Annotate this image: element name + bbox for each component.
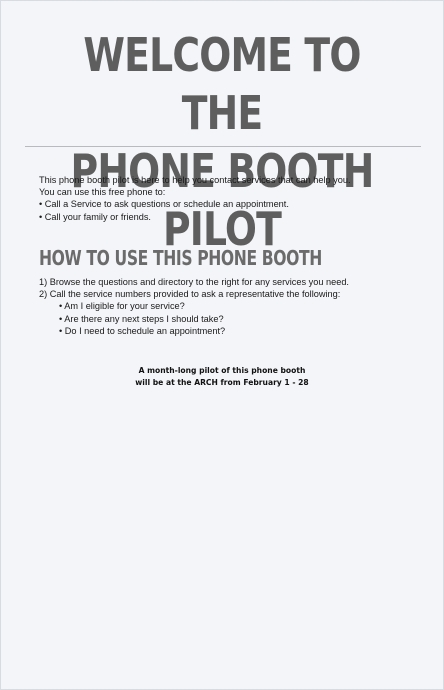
- how-to-heading: HOW TO USE THIS PHONE BOOTH: [39, 246, 322, 270]
- question-item: • Are there any next steps I should take…: [59, 313, 224, 324]
- pilot-note-line-1: A month-long pilot of this phone booth: [138, 366, 306, 375]
- pilot-note: A month-long pilot of this phone booth w…: [0, 365, 444, 389]
- page-title: WELCOME TO THE PHONE BOOTH PILOT: [40, 26, 404, 258]
- intro-bullet: • Call a Service to ask questions or sch…: [39, 199, 289, 210]
- how-to-steps: 1) Browse the questions and directory to…: [39, 276, 429, 337]
- step-item: 2) Call the service numbers provided to …: [39, 289, 341, 300]
- divider: [25, 146, 421, 147]
- intro-text: You can use this free phone to:: [39, 187, 166, 198]
- intro-bullet: • Call your family or friends.: [39, 211, 151, 222]
- intro-section: This phone booth pilot is here to help y…: [39, 174, 419, 223]
- pilot-note-line-2: will be at the ARCH from February 1 - 28: [135, 378, 309, 387]
- question-item: • Am I eligible for your service?: [59, 301, 185, 312]
- intro-text: This phone booth pilot is here to help y…: [39, 175, 351, 185]
- step-item: 1) Browse the questions and directory to…: [39, 277, 349, 287]
- question-item: • Do I need to schedule an appointment?: [59, 325, 226, 336]
- title-line-1: WELCOME TO THE: [83, 28, 361, 140]
